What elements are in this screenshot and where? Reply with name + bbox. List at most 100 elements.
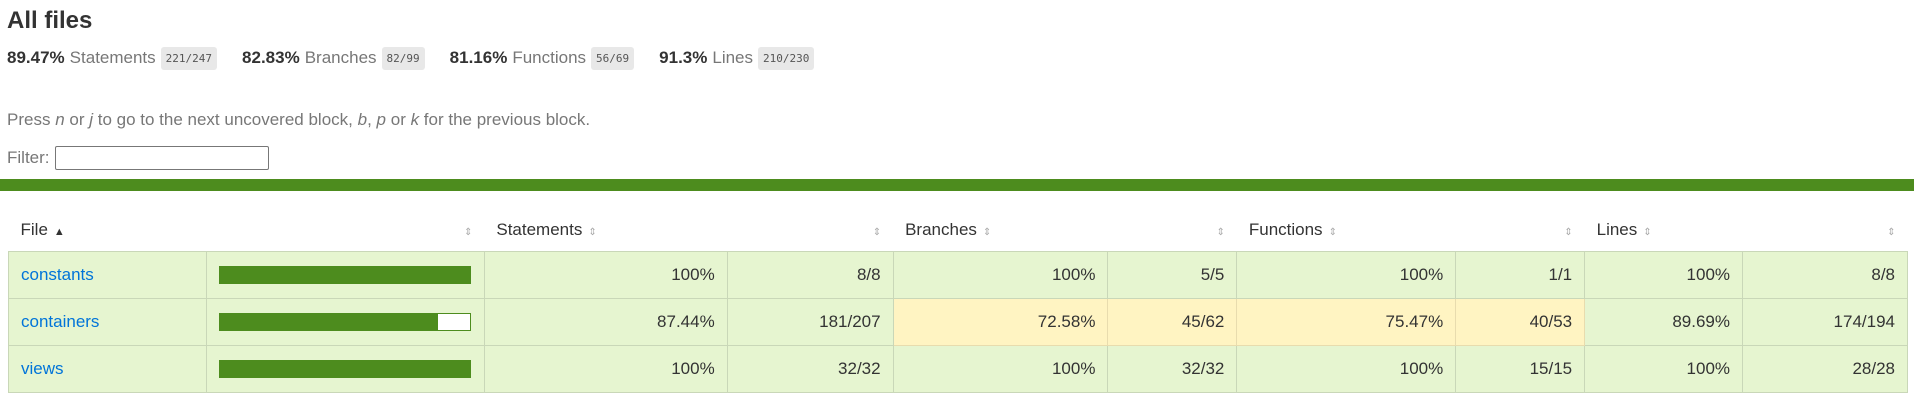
lines-pct: 100% [1584,251,1744,299]
sort-icon: ⇕ [463,227,473,238]
summary-functions: 81.16% Functions 56/69 [449,46,635,70]
coverage-status-bar [0,179,1914,191]
header-label: Statements [496,220,583,239]
sort-asc-icon: ▲ [53,226,65,238]
coverage-bar [218,266,471,284]
sort-icon: ⇕ [872,227,882,238]
page-title: All files [7,7,93,34]
file-link[interactable]: containers [21,312,99,331]
branches-frac: 32/32 [1107,345,1238,393]
functions-frac: 40/53 [1455,298,1586,346]
header-file-bar[interactable]: ⇕ [206,209,484,252]
statements-frac: 181/207 [726,298,894,346]
hint-text: , [367,110,377,129]
table-header-row: File ▲ ⇕ Statements ⇕ ⇕ Branches ⇕ ⇕ Functi… [9,209,1908,252]
summary-branches: 82.83% Branches 82/99 [242,46,425,70]
summary-lines: 91.3% Lines 210/230 [659,46,815,70]
hint-key: k [410,110,420,129]
summary-fraction: 210/230 [758,46,815,70]
sort-icon: ⇕ [588,227,597,238]
summary-label: Functions [512,48,587,67]
summary-fraction: 82/99 [381,46,425,70]
functions-frac: 1/1 [1455,251,1586,299]
table-row: views 100% 32/32 100% 32/32 100% 15/15 1… [8,345,1908,393]
sort-icon: ⇕ [1564,227,1573,238]
hint-key: n [55,110,65,129]
file-cell: constants [8,251,207,299]
coverage-bar-fill [219,314,439,330]
sort-icon: ⇕ [1216,227,1225,238]
summary-fraction: 221/247 [160,46,218,70]
file-link[interactable]: views [21,359,64,378]
filter-label: Filter: [7,148,50,167]
summary-pct: 81.16% [449,48,508,67]
lines-frac: 174/194 [1742,298,1908,346]
file-cell: views [8,345,207,393]
hint-text: or [64,110,90,129]
header-label: Lines [1596,220,1638,239]
sort-icon: ⇕ [1328,227,1337,238]
lines-pct: 100% [1584,345,1744,393]
summary-pct: 91.3% [659,48,708,67]
summary-pct: 89.47% [7,48,65,67]
branches-pct: 72.58% [892,298,1109,346]
summary-label: Branches [304,48,377,67]
hint-key: p [376,110,387,129]
header-label: File [20,220,48,239]
coverage-summary: 89.47% Statements 221/247 82.83% Branche… [7,46,1907,70]
sort-icon: ⇕ [1643,227,1652,238]
summary-label: Lines [712,48,753,67]
coverage-bar [218,313,471,331]
hint-key: b [357,110,368,129]
header-functions-frac[interactable]: ⇕ [1456,209,1585,252]
header-functions[interactable]: Functions ⇕ [1237,209,1456,252]
branches-pct: 100% [892,251,1109,299]
statements-frac: 32/32 [726,345,894,393]
functions-pct: 100% [1236,345,1457,393]
header-lines[interactable]: Lines ⇕ [1585,209,1743,252]
coverage-bar [218,360,471,378]
hint-text: or [386,110,411,129]
hint-text: Press [7,110,56,129]
functions-frac: 15/15 [1455,345,1586,393]
header-statements[interactable]: Statements ⇕ [484,209,727,252]
branches-pct: 100% [892,345,1109,393]
hint-text: for the previous block. [419,110,591,129]
lines-frac: 8/8 [1742,251,1908,299]
statements-pct: 100% [483,251,728,299]
filter-row: Filter: [7,146,1907,170]
header-label: Branches [905,220,977,239]
coverage-bar-cell [205,345,485,393]
file-cell: containers [8,298,207,346]
header-branches[interactable]: Branches ⇕ [893,209,1108,252]
lines-pct: 89.69% [1584,298,1744,346]
lines-frac: 28/28 [1742,345,1908,393]
filter-input[interactable] [54,146,269,170]
statements-pct: 100% [483,345,728,393]
coverage-bar-fill [219,361,470,377]
header-statements-frac[interactable]: ⇕ [727,209,893,252]
table-row: constants 100% 8/8 100% 5/5 100% 1/1 100… [8,251,1908,299]
statements-pct: 87.44% [483,298,728,346]
coverage-bar-cell [205,298,485,346]
summary-label: Statements [69,48,156,67]
table-row: containers 87.44% 181/207 72.58% 45/62 7… [8,298,1908,346]
functions-pct: 100% [1236,251,1457,299]
functions-pct: 75.47% [1236,298,1457,346]
hint-text: to go to the next uncovered block, [93,110,358,129]
branches-frac: 5/5 [1107,251,1238,299]
summary-statements: 89.47% Statements 221/247 [7,46,218,70]
sort-icon: ⇕ [1887,227,1896,238]
header-branches-frac[interactable]: ⇕ [1108,209,1237,252]
statements-frac: 8/8 [726,251,894,299]
header-lines-frac[interactable]: ⇕ [1743,209,1908,252]
summary-pct: 82.83% [242,48,300,67]
header-label: Functions [1248,220,1323,239]
keyboard-hint: Press n or j to go to the next uncovered… [7,110,1907,130]
summary-fraction: 56/69 [591,46,635,70]
coverage-bar-fill [219,267,470,283]
sort-icon: ⇕ [982,227,992,238]
branches-frac: 45/62 [1107,298,1238,346]
header-file[interactable]: File ▲ [9,209,207,252]
file-link[interactable]: constants [21,265,94,284]
